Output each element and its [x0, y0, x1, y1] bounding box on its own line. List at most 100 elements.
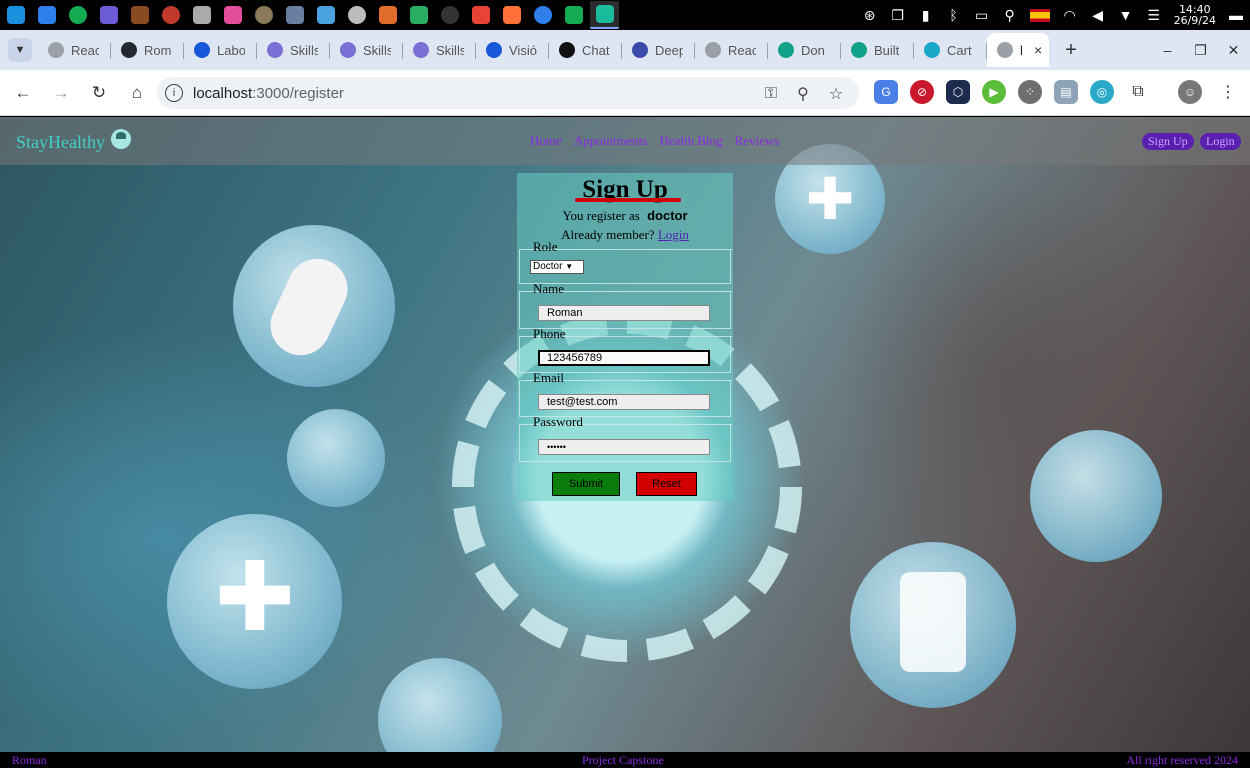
medical-cross-icon: ✚ [214, 541, 296, 653]
taskbar-app-mongodb-2[interactable] [559, 1, 588, 29]
tab-search-button[interactable]: ▼ [8, 38, 32, 62]
browser-tab[interactable]: Deep [622, 33, 695, 67]
browser-tab[interactable]: Skills [330, 33, 403, 67]
tab-close-icon[interactable]: × [1034, 42, 1042, 58]
extension-hex-icon[interactable]: ⬡ [946, 80, 970, 104]
usb-icon[interactable]: ⚲ [999, 4, 1021, 26]
taskbar-app-app-6[interactable] [156, 1, 185, 29]
browser-tab[interactable]: Visió [476, 33, 549, 67]
medicine-circle-left [287, 409, 385, 507]
battery-icon[interactable]: ▮ [915, 4, 937, 26]
taskbar-app-terminal[interactable] [435, 1, 464, 29]
taskbar-app-app-7[interactable] [187, 1, 216, 29]
browser-tab[interactable]: Skills [257, 33, 330, 67]
home-button[interactable]: ⌂ [120, 76, 154, 110]
taskbar-app-mongodb[interactable] [63, 1, 92, 29]
tab-label: Cart [947, 42, 972, 58]
extension-card-icon[interactable]: ▤ [1054, 80, 1078, 104]
main-menu: Home Appointments Health Blog Reviews [530, 133, 791, 149]
browser-tab[interactable]: Reac [695, 33, 768, 67]
menu-appointments[interactable]: Appointments [574, 133, 648, 149]
notes-icon[interactable]: ☰ [1143, 4, 1165, 26]
extension-ring-icon[interactable]: ◎ [1090, 80, 1114, 104]
password-label: Password [533, 414, 583, 429]
back-button[interactable]: ← [6, 76, 40, 110]
play-extension-icon[interactable]: ▶ [982, 80, 1006, 104]
close-window-button[interactable]: ✕ [1217, 42, 1250, 59]
extension-dots-icon[interactable]: ⁘ [1018, 80, 1042, 104]
updates-icon[interactable]: ⊛ [859, 4, 881, 26]
bookmark-star-icon[interactable]: ☆ [825, 83, 847, 105]
clipboard-icon[interactable]: ❐ [887, 4, 909, 26]
taskbar-app-gimp[interactable] [249, 1, 278, 29]
site-info-icon[interactable]: i [165, 84, 183, 102]
name-input[interactable]: Roman [538, 305, 710, 321]
taskbar-app-app-8[interactable] [218, 1, 247, 29]
taskbar-app-files[interactable] [342, 1, 371, 29]
minimize-button[interactable]: – [1151, 42, 1184, 58]
taskbar-app-app-14[interactable] [404, 1, 433, 29]
taskbar-app-app-20[interactable] [590, 1, 619, 29]
taskbar-app-app-11[interactable] [311, 1, 340, 29]
show-desktop-icon[interactable]: ▬ [1225, 4, 1247, 26]
browser-tab[interactable]: Rom [111, 33, 184, 67]
menu-home[interactable]: Home [530, 133, 562, 149]
maximize-button[interactable]: ❐ [1184, 42, 1217, 59]
profile-avatar[interactable]: ☺ [1178, 80, 1202, 104]
taskbar-app-vscode[interactable] [32, 1, 61, 29]
url-text[interactable]: localhost:3000/register [193, 85, 344, 102]
app-10-icon [285, 6, 304, 24]
translate-extension-icon[interactable]: G [874, 80, 898, 104]
firefox-icon [502, 6, 521, 24]
reload-button[interactable]: ↻ [82, 76, 116, 110]
phone-fieldset: Phone 123456789 [519, 326, 732, 373]
login-link[interactable]: Login [658, 227, 689, 242]
browser-tab[interactable]: Built [841, 33, 914, 67]
browser-tab[interactable]: Labo [184, 33, 257, 67]
login-button[interactable]: Login [1200, 133, 1241, 150]
display-icon[interactable]: ▭ [971, 4, 993, 26]
wifi-icon[interactable]: ◠ [1059, 4, 1081, 26]
browser-tab[interactable]: Skills [403, 33, 476, 67]
taskbar-app-app-13[interactable] [373, 1, 402, 29]
app-4-icon [99, 6, 118, 24]
taskbar-app-chrome[interactable] [466, 1, 495, 29]
taskbar-app-app-4[interactable] [94, 1, 123, 29]
tray-expand-icon[interactable]: ▼ [1115, 4, 1137, 26]
keyboard-layout-flag-icon[interactable] [1029, 8, 1050, 22]
adblock-extension-icon[interactable]: ⊘ [910, 80, 934, 104]
files-icon [347, 6, 366, 24]
phone-input[interactable]: 123456789 [538, 350, 710, 366]
taskbar-app-firefox[interactable] [497, 1, 526, 29]
zoom-icon[interactable]: ⚲ [792, 83, 814, 105]
menu-health-blog[interactable]: Health Blog [659, 133, 722, 149]
forward-button[interactable]: → [44, 76, 78, 110]
brand[interactable]: StayHealthy [16, 128, 131, 153]
role-select[interactable]: Doctor ▼ [530, 260, 584, 274]
browser-tab[interactable]: Reac [38, 33, 111, 67]
taskbar-app-app-5[interactable] [125, 1, 154, 29]
bluetooth-icon[interactable]: ᛒ [943, 4, 965, 26]
tab-active[interactable]: l × [987, 33, 1049, 67]
new-tab-button[interactable]: + [1057, 36, 1085, 64]
taskbar-app-vscode-2[interactable] [528, 1, 557, 29]
taskbar-app-app-1[interactable] [1, 1, 30, 29]
reset-button[interactable]: Reset [636, 472, 697, 496]
password-key-icon[interactable]: ⚿ [760, 83, 782, 105]
submit-button[interactable]: Submit [552, 472, 620, 496]
browser-tab[interactable]: Don [768, 33, 841, 67]
menu-reviews[interactable]: Reviews [735, 133, 780, 149]
volume-icon[interactable]: ◀ [1087, 4, 1109, 26]
address-bar[interactable]: i localhost:3000/register ⚿ ⚲ ☆ [157, 77, 859, 109]
email-input[interactable]: test@test.com [538, 394, 710, 410]
browser-tab[interactable]: Cart [914, 33, 987, 67]
chevron-down-icon: ▼ [565, 262, 574, 271]
browser-tab[interactable]: Chat [549, 33, 622, 67]
browser-menu-icon[interactable]: ⋮ [1216, 80, 1240, 104]
taskbar-app-app-10[interactable] [280, 1, 309, 29]
signup-button[interactable]: Sign Up [1142, 133, 1194, 150]
extensions-puzzle-icon[interactable]: ⧉ [1126, 80, 1150, 104]
clock[interactable]: 14:40 26/9/24 [1174, 4, 1216, 26]
password-input[interactable]: •••••• [538, 439, 710, 455]
tab-favicon [48, 42, 64, 58]
